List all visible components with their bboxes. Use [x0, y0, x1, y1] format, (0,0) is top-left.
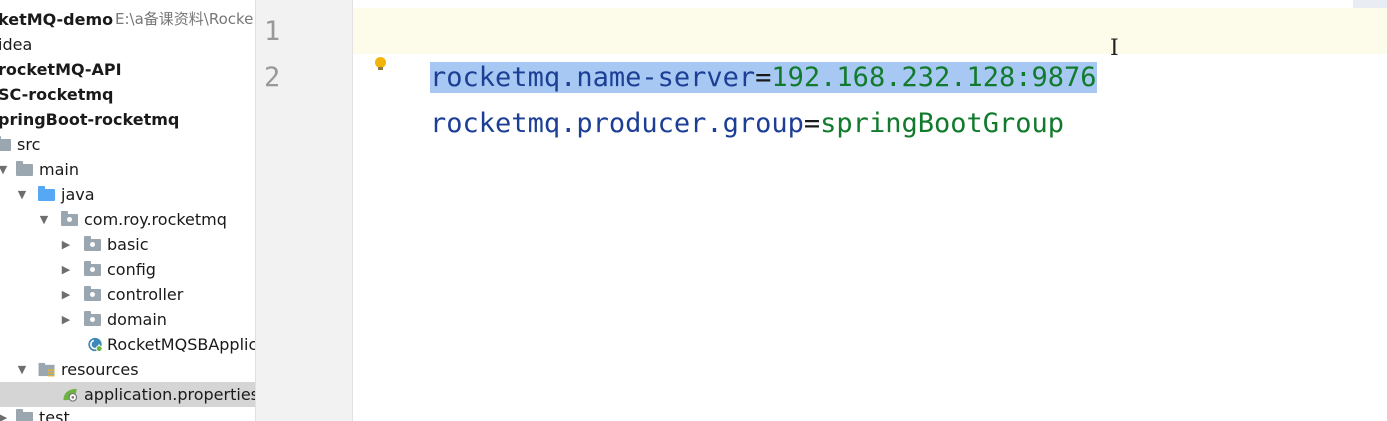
source-folder-icon [38, 186, 55, 201]
tree-row-main[interactable]: ▼ main [0, 157, 255, 182]
tree-row-sc-rocketmq[interactable]: SC-rocketmq [0, 82, 255, 107]
tree-label: application.properties [84, 385, 255, 404]
package-icon [84, 311, 101, 326]
resources-folder-icon [38, 362, 55, 377]
tree-row-resources[interactable]: ▼ resources [0, 357, 255, 382]
tree-row-application-properties[interactable]: application.properties [0, 382, 255, 407]
chevron-right-icon[interactable]: ▶ [59, 307, 73, 332]
tree-row-src[interactable]: src [0, 132, 255, 157]
tree-label: test [39, 408, 70, 421]
tree-label: controller [107, 285, 184, 304]
property-value: springBootGroup [820, 108, 1065, 139]
tree-label: java [61, 185, 95, 204]
tree-label: rocketMQ-API [0, 60, 122, 79]
package-icon [84, 261, 101, 276]
lightbulb-icon[interactable] [375, 57, 386, 70]
tree-row-java[interactable]: ▼ java [0, 182, 255, 207]
project-path: E:\a备课资料\Rocke [115, 10, 254, 28]
tree-label: domain [107, 310, 167, 329]
spring-properties-icon [63, 388, 78, 402]
folder-icon [16, 161, 33, 176]
package-icon [61, 211, 78, 226]
tree-label: SC-rocketmq [0, 85, 114, 104]
project-tree: ketMQ-demo E:\a备课资料\Rocke idea rocketMQ-… [0, 0, 255, 421]
package-icon [84, 286, 101, 301]
chevron-right-icon[interactable]: ▶ [0, 405, 10, 421]
chevron-down-icon[interactable]: ▼ [15, 182, 29, 207]
tree-label: pringBoot-rocketmq [0, 110, 180, 129]
chevron-down-icon[interactable]: ▼ [15, 357, 29, 382]
tree-label: RocketMQSBApplica [107, 335, 255, 354]
tree-row-controller[interactable]: ▶ controller [0, 282, 255, 307]
tree-row-project-root[interactable]: ketMQ-demo E:\a备课资料\Rocke [0, 7, 255, 32]
code-line-1[interactable]: rocketmq.name-server=192.168.232.128:987… [365, 9, 1097, 93]
tree-label: src [17, 135, 41, 154]
chevron-right-icon[interactable]: ▶ [59, 282, 73, 307]
tree-row-application-class[interactable]: RocketMQSBApplica [0, 332, 255, 357]
chevron-down-icon[interactable]: ▼ [37, 207, 51, 232]
tree-row-idea[interactable]: idea [0, 32, 255, 57]
line-number: 2 [264, 62, 281, 93]
tree-row-package[interactable]: ▼ com.roy.rocketmq [0, 207, 255, 232]
folder-icon [16, 409, 33, 421]
tree-row-springboot-rocketmq[interactable]: pringBoot-rocketmq [0, 107, 255, 132]
tree-row-rocketmq-api[interactable]: rocketMQ-API [0, 57, 255, 82]
code-editor[interactable]: rocketmq.name-server=192.168.232.128:987… [353, 0, 1387, 421]
spring-class-icon [88, 337, 103, 352]
tree-label: basic [107, 235, 149, 254]
chevron-right-icon[interactable]: ▶ [59, 232, 73, 257]
chevron-right-icon[interactable]: ▶ [59, 257, 73, 282]
tree-label: idea [0, 35, 33, 54]
code-line-2[interactable]: rocketmq.producer.group=springBootGroup [365, 55, 1064, 139]
tree-row-basic[interactable]: ▶ basic [0, 232, 255, 257]
tree-label: ketMQ-demo [0, 10, 114, 29]
equals-sign: = [803, 108, 821, 139]
chevron-down-icon[interactable]: ▼ [0, 157, 10, 182]
text-cursor-icon: I [1110, 36, 1119, 61]
tree-label: main [39, 160, 79, 179]
tree-row-test[interactable]: ▶ test [0, 405, 255, 421]
line-number: 1 [264, 16, 281, 47]
tree-label: resources [61, 360, 139, 379]
tree-row-domain[interactable]: ▶ domain [0, 307, 255, 332]
tree-label: com.roy.rocketmq [84, 210, 227, 229]
line-number-gutter: 1 2 [256, 0, 353, 421]
property-key: rocketmq.producer.group [430, 108, 804, 139]
package-icon [84, 236, 101, 251]
folder-icon [0, 136, 11, 151]
tree-row-config[interactable]: ▶ config [0, 257, 255, 282]
tree-label: config [107, 260, 156, 279]
